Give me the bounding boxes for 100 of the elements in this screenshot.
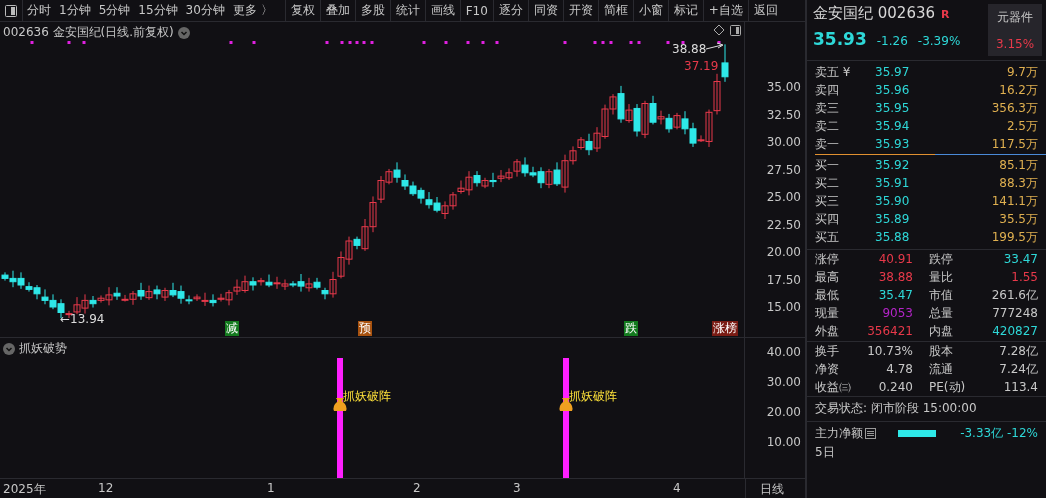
stat-value: 1.55 (1010, 269, 1038, 286)
list-icon[interactable] (865, 428, 876, 439)
order-price: 35.90 (875, 194, 911, 208)
stat-label: PE(动) (929, 379, 967, 396)
order-volume: 88.3万 (998, 174, 1038, 192)
signal-tag: 涨榜 (712, 321, 738, 336)
period-tab[interactable]: 分时 (23, 2, 55, 19)
date-label: 4 (673, 481, 681, 495)
period-tab[interactable]: 15分钟 (134, 2, 182, 19)
toolbar-button[interactable]: 统计 (389, 0, 425, 21)
stat-label: 外盘 (815, 323, 840, 340)
date-label: 2025年 (3, 481, 46, 498)
stat-label: 净资 (815, 361, 840, 378)
order-volume: 356.3万 (990, 99, 1038, 117)
signal-tag: 减 (225, 321, 239, 336)
signal-tag: 预 (358, 321, 372, 336)
price-tick: 30.00 (766, 135, 801, 149)
toolbar-button[interactable]: 逐分 (492, 0, 528, 21)
order-level-label: 买四 (815, 210, 840, 228)
toolbar-button[interactable]: 同资 (527, 0, 563, 21)
order-level-label: 卖四 (815, 81, 840, 99)
order-volume: 9.7万 (1005, 63, 1038, 81)
order-volume: 85.1万 (998, 156, 1038, 174)
price-tick: 35.00 (766, 80, 801, 94)
order-level-label: 卖一 (815, 135, 840, 153)
flow-label: 主力净额 (815, 425, 863, 442)
toolbar-button[interactable]: F10 (459, 0, 493, 21)
indicator-title: 抓妖破势 (19, 340, 67, 358)
period-tab[interactable]: 1分钟 (55, 2, 95, 19)
stat-value: 356421 (866, 323, 913, 340)
close-price-label: 37.19 (684, 59, 719, 73)
toolbar-button[interactable]: 标记 (667, 0, 703, 21)
stat-label: 股本 (929, 343, 954, 360)
indicator-tick: 20.00 (766, 405, 801, 420)
order-price: 35.95 (875, 101, 911, 115)
stat-label: 内盘 (929, 323, 954, 340)
indicator-tick: 40.00 (766, 345, 801, 360)
stat-label: 换手 (815, 343, 840, 360)
order-level-label: 买五 (815, 228, 840, 246)
chevron-down-icon[interactable] (177, 26, 190, 39)
date-label: 12 (98, 481, 114, 495)
order-price: 35.88 (875, 230, 911, 244)
price-tick: 27.50 (766, 162, 801, 177)
date-label: 1 (267, 481, 275, 495)
toolbar-button[interactable]: 小窗 (632, 0, 668, 21)
flow-bar (898, 430, 936, 437)
chart-title: 002636 金安国纪(日线.前复权) (3, 24, 174, 41)
period-label: 日线 (759, 481, 784, 498)
toolbar-button[interactable]: 叠加 (319, 0, 355, 21)
stat-value: 35.47 (877, 287, 913, 304)
high-price-label: 38.88 (672, 42, 707, 56)
stat-label: 现量 (815, 305, 840, 322)
toolbar-button[interactable]: 开资 (562, 0, 598, 21)
period-tab[interactable]: 5分钟 (94, 2, 135, 19)
indicator-tick: 10.00 (766, 435, 801, 450)
order-level-label: 买二 (815, 174, 840, 192)
stat-value: 9053 (881, 305, 913, 322)
toolbar-button[interactable]: +自选 (702, 0, 748, 21)
toolbar-button[interactable]: 返回 (747, 0, 783, 21)
stat-value: 38.88 (877, 269, 913, 286)
panel-toggle-icon[interactable] (5, 4, 17, 17)
sector-badge[interactable]: 元器件 3.15% (988, 4, 1042, 56)
more-button[interactable]: 更多 〉 (228, 2, 277, 19)
order-level-label: 卖二 (815, 117, 840, 135)
order-price: 35.97 (875, 65, 911, 79)
date-label: 2 (413, 481, 421, 495)
panel-icon[interactable] (730, 25, 741, 36)
last-price: 35.93 (813, 29, 867, 49)
stat-label: 市值 (929, 287, 954, 304)
price-tick: 22.50 (766, 217, 801, 232)
order-volume: 16.2万 (998, 81, 1038, 99)
chevron-down-icon[interactable] (3, 342, 15, 355)
price-tick: 25.00 (766, 190, 801, 204)
order-volume: 141.1万 (990, 192, 1038, 210)
toolbar-button[interactable]: 多股 (354, 0, 390, 21)
signal-label: 抓妖破阵 (569, 388, 617, 406)
stat-label: 收益㈢ (815, 379, 852, 396)
price-tick: 32.50 (766, 107, 801, 122)
toolbar-button[interactable]: 画线 (424, 0, 460, 21)
order-level-label: 买一 (815, 156, 840, 174)
arrow-icon (705, 42, 724, 50)
stat-value: 33.47 (1002, 251, 1038, 268)
stat-label: 最高 (815, 269, 840, 286)
order-volume: 35.5万 (998, 210, 1038, 228)
order-price: 35.89 (875, 212, 911, 226)
signal-tag: 跌 (624, 321, 638, 336)
flow-period-label: 5日 (814, 444, 836, 461)
order-volume: 117.5万 (990, 135, 1038, 153)
stat-value: 40.91 (877, 251, 913, 268)
order-price: 35.96 (875, 83, 911, 97)
diamond-icon[interactable] (713, 24, 725, 36)
order-level-label: 卖五 ¥ (815, 63, 852, 81)
order-level-label: 卖三 (815, 99, 840, 117)
change-percent: -3.39% (917, 34, 961, 48)
order-volume: 199.5万 (990, 228, 1038, 246)
toolbar-button[interactable]: 简框 (597, 0, 633, 21)
stat-label: 涨停 (815, 251, 840, 268)
toolbar-button[interactable]: 复权 (284, 0, 320, 21)
period-tab[interactable]: 30分钟 (181, 2, 229, 19)
indicator-tick: 30.00 (766, 375, 801, 390)
